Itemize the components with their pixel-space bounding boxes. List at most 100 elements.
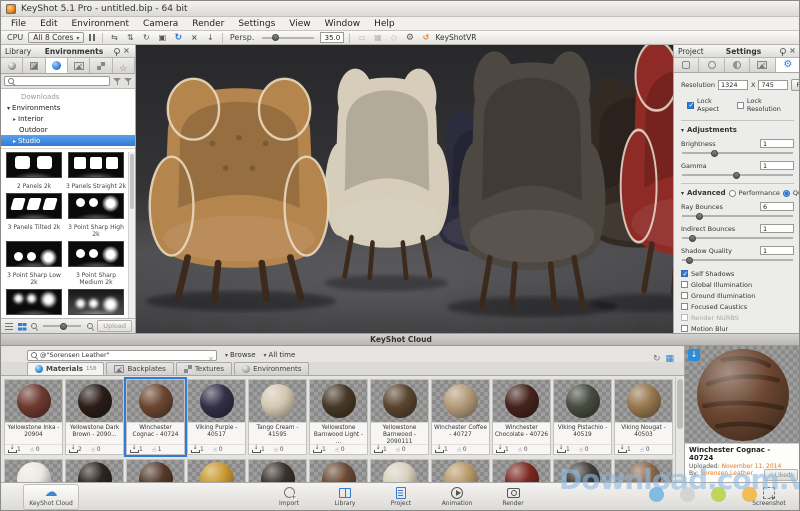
cloud-scrollbar[interactable] xyxy=(675,377,684,484)
dock-down-icon[interactable] xyxy=(204,32,217,43)
checkbox[interactable] xyxy=(681,303,688,310)
material-card[interactable]: Tango Cream - 41595 1 0 xyxy=(248,379,307,455)
resolution-width-input[interactable] xyxy=(718,80,748,90)
material-thumbnail-partial[interactable] xyxy=(431,459,490,484)
environment-item[interactable]: 3 Point Sharp High 2k xyxy=(65,193,127,238)
menu-item[interactable]: Help xyxy=(367,18,402,30)
scrollbar-thumb[interactable] xyxy=(677,379,683,429)
checkbox[interactable] xyxy=(681,325,688,332)
slider-knob[interactable] xyxy=(696,213,703,220)
zoom-out-icon[interactable] xyxy=(30,322,38,330)
material-card[interactable]: Yellowstone Dark Brown - 2090... 2 0 xyxy=(65,379,124,455)
presets-button[interactable]: Presets... xyxy=(791,79,800,91)
material-card[interactable]: Yellowstone Barnwood Light - ... 1 0 xyxy=(309,379,368,455)
environment-item[interactable]: 3 Panels Straight 2k xyxy=(65,152,127,190)
menu-item[interactable]: File xyxy=(4,18,33,30)
gear-icon[interactable] xyxy=(403,32,416,43)
grid-view-icon[interactable] xyxy=(665,346,674,365)
library-search-input[interactable] xyxy=(17,77,107,85)
checkbox[interactable] xyxy=(681,314,688,321)
tree-item-studio[interactable]: Studio xyxy=(1,135,135,146)
checkbox[interactable] xyxy=(681,292,688,299)
checkbox-row[interactable]: Global Illumination xyxy=(681,279,794,290)
expander-icon[interactable] xyxy=(13,115,16,123)
keyshotvr-icon[interactable] xyxy=(419,32,432,43)
grid-icon[interactable] xyxy=(371,32,384,43)
material-thumbnail-partial[interactable] xyxy=(492,459,551,484)
viewport-3d[interactable] xyxy=(136,45,673,333)
checkbox[interactable] xyxy=(737,102,744,109)
checkbox[interactable] xyxy=(687,102,694,109)
material-card[interactable]: Viking Purple - 40517 1 0 xyxy=(187,379,246,455)
menu-item[interactable]: Settings xyxy=(231,18,282,30)
slider-knob[interactable] xyxy=(60,323,67,330)
material-card[interactable]: Viking Nougat - 40503 1 0 xyxy=(614,379,673,455)
tab-environments[interactable] xyxy=(46,58,68,73)
material-thumbnail-partial[interactable] xyxy=(614,459,673,484)
tab-colors[interactable] xyxy=(23,58,45,73)
liked-button[interactable]: Liked! xyxy=(764,469,798,481)
material-thumbnail-partial[interactable] xyxy=(187,459,246,484)
bottombar-button[interactable]: Import xyxy=(261,486,317,507)
material-thumbnail-partial[interactable] xyxy=(309,459,368,484)
filter-icon[interactable] xyxy=(113,77,121,85)
section-expander-icon[interactable] xyxy=(681,189,684,197)
material-card[interactable]: Viking Pistachio - 40519 1 0 xyxy=(553,379,612,455)
lock-aspect-checkbox-row[interactable]: Lock Aspect xyxy=(687,97,733,113)
expander-icon[interactable] xyxy=(13,137,16,145)
slider-track[interactable] xyxy=(682,215,793,217)
slider-value-input[interactable] xyxy=(760,139,794,148)
environment-item[interactable]: 3 Panels Tilted 2k xyxy=(3,193,65,238)
filter-add-icon[interactable] xyxy=(124,77,132,85)
cloud-download-badge-icon[interactable] xyxy=(688,349,700,361)
cores-select[interactable]: All 8 Cores xyxy=(28,32,84,43)
bottombar-button[interactable]: Project xyxy=(373,486,429,507)
tree-item-environments[interactable]: Environments xyxy=(1,102,135,113)
fullscreen-icon[interactable] xyxy=(188,32,201,43)
refresh-icon[interactable] xyxy=(653,346,661,365)
material-card[interactable]: Yellowstone Barnwood - 2090111 1 0 xyxy=(370,379,429,455)
title-bar[interactable]: KeyShot 5.1 Pro - untitled.bip - 64 bit xyxy=(1,1,799,17)
tab-cloud-backplates[interactable]: Backplates xyxy=(106,362,173,375)
material-thumbnail-partial[interactable] xyxy=(370,459,429,484)
material-card[interactable]: Yellowstone Inka - 20904 1 0 xyxy=(4,379,63,455)
close-icon[interactable] xyxy=(788,47,797,56)
checkbox[interactable] xyxy=(681,270,688,277)
bottombar-button[interactable]: Render xyxy=(485,486,541,507)
checkbox-row[interactable]: Self Shadows xyxy=(681,268,794,279)
render-region-icon[interactable] xyxy=(355,32,368,43)
material-card[interactable]: Winchester Cognac - 40724 1 1 xyxy=(126,379,185,455)
material-thumbnail-partial[interactable] xyxy=(4,459,63,484)
time-filter-dropdown[interactable]: All time xyxy=(264,351,296,359)
material-thumbnail-partial[interactable] xyxy=(65,459,124,484)
thumbnail-size-slider[interactable] xyxy=(43,325,81,327)
pin-icon[interactable] xyxy=(777,47,786,56)
zoom-in-icon[interactable] xyxy=(86,322,94,330)
slider-value-input[interactable] xyxy=(760,161,794,170)
tab-cloud-environments[interactable]: Environments xyxy=(234,362,309,375)
dolly-camera-icon[interactable] xyxy=(108,32,121,43)
performance-radio[interactable] xyxy=(729,190,736,197)
browse-dropdown[interactable]: Browse xyxy=(225,351,256,359)
cloud-search-box[interactable] xyxy=(27,350,217,361)
cloud-dock-titlebar[interactable]: KeyShot Cloud xyxy=(1,333,800,346)
environment-item[interactable]: 3 Point Soft High 2k xyxy=(3,289,65,318)
slider-value-input[interactable] xyxy=(760,202,794,211)
slider-knob[interactable] xyxy=(733,172,740,179)
slider-track[interactable] xyxy=(682,237,793,239)
section-expander-icon[interactable] xyxy=(681,126,684,134)
material-card[interactable]: Winchester Coffee - 40727 1 0 xyxy=(431,379,490,455)
list-view-icon[interactable] xyxy=(4,322,14,331)
menu-item[interactable]: Render xyxy=(185,18,231,30)
focal-length-input[interactable] xyxy=(320,32,344,43)
perspective-icon[interactable] xyxy=(156,32,169,43)
menu-item[interactable]: Edit xyxy=(33,18,64,30)
pan-camera-icon[interactable] xyxy=(124,32,137,43)
cloud-search-input[interactable] xyxy=(40,351,206,359)
resolution-height-input[interactable] xyxy=(758,80,788,90)
menu-item[interactable]: Window xyxy=(318,18,368,30)
material-preview-icon[interactable] xyxy=(387,32,400,43)
scrollbar-thumb[interactable] xyxy=(130,154,134,209)
library-search-box[interactable] xyxy=(4,76,110,86)
tab-cloud-textures[interactable]: Textures xyxy=(176,362,232,375)
